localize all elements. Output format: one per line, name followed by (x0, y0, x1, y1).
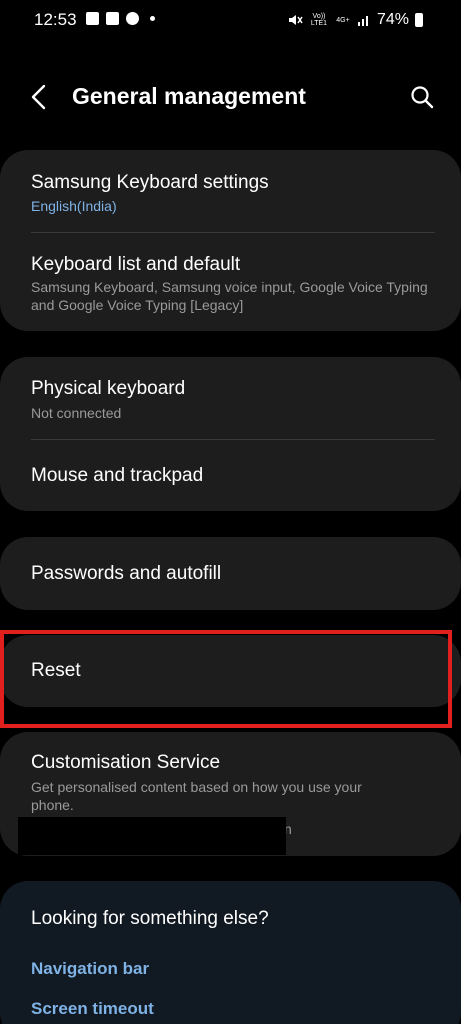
item-title: Customisation Service (31, 752, 221, 773)
item-subtitle-tail: n (284, 821, 292, 837)
list-item[interactable]: Samsung Keyboard settings English(India) (0, 150, 461, 232)
item-title: Samsung Keyboard settings (31, 172, 269, 193)
redaction-block (18, 817, 286, 855)
image-icon (86, 12, 99, 25)
link-screen-timeout[interactable]: Screen timeout (31, 999, 154, 1019)
mute-icon (288, 15, 303, 25)
item-title: Keyboard list and default (31, 254, 241, 275)
status-time: 12:53 (34, 10, 77, 29)
back-button[interactable] (22, 80, 56, 114)
app-icon (126, 12, 139, 25)
item-title: Reset (31, 660, 81, 681)
item-title: Passwords and autofill (31, 563, 222, 584)
battery-percent: 74% (376, 11, 409, 28)
list-item[interactable]: Passwords and autofill (0, 537, 461, 610)
network-label: 4G+ (336, 16, 350, 24)
back-arrow-icon (31, 84, 46, 110)
suggestions-card: Looking for something else? Navigation b… (0, 881, 461, 1024)
list-item[interactable]: Keyboard list and default Samsung Keyboa… (0, 233, 461, 331)
battery-icon (415, 13, 423, 27)
item-subtitle: Not connected (31, 405, 122, 421)
passwords-card: Passwords and autofill (0, 537, 461, 610)
keyboard-settings-card: Samsung Keyboard settings English(India)… (0, 150, 461, 331)
system-icons: Vo)) LTE1 4G+ 74% (287, 11, 423, 29)
suggestions-title: Looking for something else? (31, 908, 269, 929)
reset-item[interactable]: Reset (0, 635, 461, 707)
check-icon (106, 12, 119, 25)
app-header: General management (0, 70, 461, 124)
search-button[interactable] (405, 80, 439, 114)
signal-icon (357, 16, 368, 26)
list-item[interactable]: Physical keyboard Not connected (0, 357, 461, 439)
item-subtitle: Get personalised content based on how yo… (31, 779, 362, 813)
link-navigation-bar[interactable]: Navigation bar (31, 959, 149, 979)
status-bar: 12:53 Vo)) LTE1 4G+ 74% (0, 0, 461, 42)
page-title: General management (72, 83, 306, 109)
item-subtitle: English(India) (31, 198, 117, 214)
list-item[interactable]: Mouse and trackpad (0, 440, 461, 511)
input-devices-card: Physical keyboard Not connected Mouse an… (0, 357, 461, 511)
item-subtitle: Samsung Keyboard, Samsung voice input, G… (31, 279, 428, 313)
reset-card: Reset (0, 635, 461, 707)
dot-icon (150, 16, 155, 21)
notification-icons (86, 12, 155, 25)
carrier-tag: Vo)) LTE1 (310, 13, 328, 27)
item-title: Mouse and trackpad (31, 465, 204, 486)
item-title: Physical keyboard (31, 378, 186, 399)
search-icon (411, 86, 434, 109)
